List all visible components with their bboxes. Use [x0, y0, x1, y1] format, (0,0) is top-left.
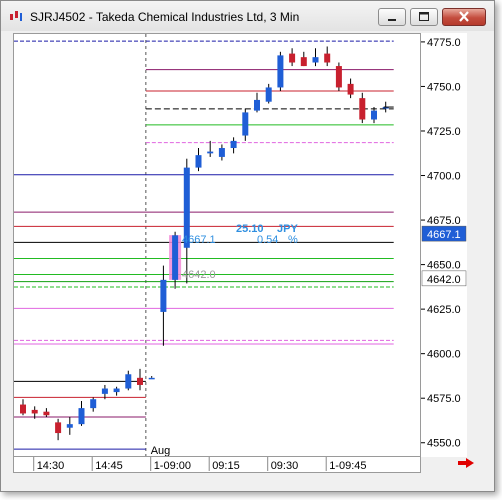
- candle-body: [160, 279, 167, 312]
- candle-body: [347, 83, 354, 95]
- candle-body: [289, 53, 296, 63]
- candle-body: [265, 87, 272, 102]
- candle-body: [113, 388, 120, 393]
- y-tick-label: 4600.0: [427, 349, 461, 361]
- title-bar[interactable]: SJRJ4502 - Takeda Chemical Industries Lt…: [1, 1, 494, 31]
- candle-body: [371, 110, 377, 120]
- candle-body: [230, 140, 237, 149]
- maximize-button[interactable]: [410, 8, 438, 26]
- y-tick-label: 4650.0: [427, 260, 461, 272]
- candle-body: [66, 424, 73, 428]
- candle-body: [148, 377, 155, 380]
- candle-body: [335, 66, 342, 88]
- time-axis[interactable]: 14:30 14:45 1-09:00 09:15 09:30 1-09:45: [13, 457, 421, 473]
- maximize-icon: [419, 12, 429, 21]
- candlestick-app-icon: [10, 11, 22, 21]
- candle-body: [20, 404, 26, 414]
- y-tick-label: 4775.0: [427, 37, 461, 49]
- y-tick-label: 4575.0: [427, 393, 461, 405]
- y-tick-label: 4550.0: [427, 438, 461, 450]
- price-marker-label: 4667.1: [427, 229, 461, 241]
- price-axis[interactable]: 4775.0 4750.0 4725.0 4700.0 4675.0 4650.0 4625…: [421, 33, 467, 457]
- x-tick-label: 14:45: [95, 460, 123, 472]
- candle-body: [137, 377, 143, 385]
- candle-body: [78, 408, 85, 425]
- candle-body: [242, 112, 249, 136]
- percent-change-value: 0.54: [257, 234, 278, 246]
- y-tick-label: 4725.0: [427, 126, 461, 138]
- candle-body: [43, 411, 50, 416]
- candle-body: [218, 148, 225, 157]
- candle-body: [172, 235, 179, 280]
- scroll-right-arrow-icon[interactable]: [457, 457, 475, 469]
- minimize-button[interactable]: [378, 8, 406, 26]
- candle-body: [101, 388, 108, 394]
- percent-change-sign: %: [288, 234, 298, 246]
- candle-body: [125, 374, 132, 389]
- candle-body: [90, 399, 97, 409]
- x-tick-label: 1-09:00: [154, 460, 191, 472]
- price-marker-label: 4642.0: [427, 274, 461, 286]
- candle-body: [300, 57, 307, 67]
- window-title: SJRJ4502 - Takeda Chemical Industries Lt…: [30, 10, 300, 24]
- chart-window: SJRJ4502 - Takeda Chemical Industries Lt…: [0, 0, 495, 492]
- low-price-label: 4642.0: [182, 269, 216, 281]
- y-tick-label: 4700.0: [427, 171, 461, 183]
- close-button[interactable]: [442, 8, 486, 26]
- candle-body: [207, 151, 214, 154]
- candle-body: [312, 57, 319, 63]
- y-tick-label: 4675.0: [427, 215, 461, 227]
- month-label: Aug: [151, 445, 171, 457]
- high-price-label: 4667.1: [182, 234, 216, 246]
- candle-body: [31, 409, 38, 414]
- candle-body: [55, 422, 62, 434]
- candle-body: [359, 98, 366, 120]
- x-tick-label: 14:30: [37, 460, 65, 472]
- candle-body: [277, 55, 284, 88]
- candle-body: [324, 53, 331, 63]
- x-tick-label: 1-09:45: [329, 460, 366, 472]
- y-tick-label: 4625.0: [427, 304, 461, 316]
- close-icon: [459, 11, 469, 22]
- candle-body: [195, 155, 202, 168]
- minimize-icon: [388, 19, 396, 21]
- candle-body: [254, 99, 260, 111]
- price-chart-plot[interactable]: 25.10 JPY4667.1 0.54 %4642.0Aug: [13, 33, 421, 457]
- x-tick-label: 09:30: [271, 460, 299, 472]
- y-tick-label: 4750.0: [427, 81, 461, 93]
- x-tick-label: 09:15: [212, 460, 240, 472]
